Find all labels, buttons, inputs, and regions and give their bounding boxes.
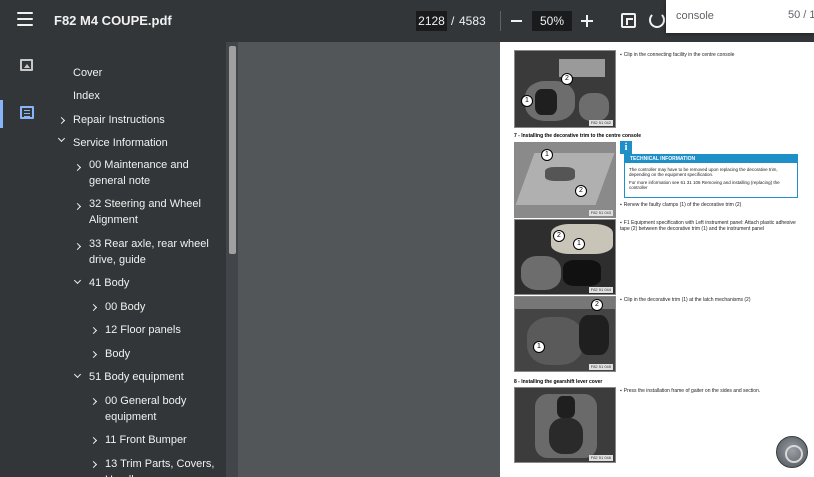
chevron-right-icon[interactable]: [73, 242, 82, 251]
outline-item-13-trim-parts[interactable]: 13 Trim Parts, Covers, Handles: [50, 456, 226, 477]
zoom-level-input[interactable]: 50%: [532, 11, 572, 31]
photo-code: F82 51 044: [588, 287, 613, 293]
outline-item-label: 13 Trim Parts, Covers, Handles: [105, 458, 215, 477]
outline-item-label: 41 Body: [89, 277, 130, 289]
zoom-out-button[interactable]: [510, 11, 524, 31]
outline-item-repair-instructions[interactable]: Repair Instructions: [50, 110, 226, 130]
hamburger-icon[interactable]: [17, 12, 33, 30]
instruction-bullet: Clip in the decorative trim (1) at the l…: [620, 297, 805, 303]
step-heading: 7 - Installing the decorative trim to th…: [514, 133, 641, 139]
info-icon: i: [620, 141, 632, 154]
chevron-right-icon[interactable]: [89, 436, 98, 445]
outline-item-service-information[interactable]: Service Information: [50, 133, 226, 153]
photo-decorative-trim: 1 2 F82 51 043: [514, 142, 616, 218]
page-separator: /: [451, 14, 455, 28]
outline-item-label: Repair Instructions: [73, 114, 165, 126]
outline-item-body[interactable]: Body: [50, 346, 226, 366]
chevron-down-icon[interactable]: [73, 370, 82, 379]
technical-information-box: TECHNICAL INFORMATION The controller may…: [624, 154, 798, 198]
outline-item-33-rear-axle[interactable]: 33 Rear axle, rear wheel drive, guide: [50, 236, 226, 272]
photo-adhesive-tape: 1 2 F82 51 044: [514, 219, 616, 295]
outline-item-label: Service Information: [73, 137, 168, 149]
pdf-page: 1 2 F82 51 042 Clip in the connecting fa…: [500, 42, 814, 477]
outline-item-label: 33 Rear axle, rear wheel drive, guide: [89, 238, 209, 266]
instruction-bullet: Renew the faulty clamps (1) of the decor…: [620, 202, 805, 208]
find-bar: 50 / 17: [666, 0, 814, 33]
chevron-right-icon[interactable]: [73, 202, 82, 211]
active-indicator: [0, 100, 3, 128]
outline-item-label: Cover: [73, 67, 103, 79]
outline-item-32-steering[interactable]: 32 Steering and Wheel Alignment: [50, 196, 226, 232]
instruction-bullet: F1 Equipment specification with Left ins…: [620, 220, 805, 232]
outline-item-00-maintenance[interactable]: 00 Maintenance and general note: [50, 157, 226, 193]
technical-information-title: TECHNICAL INFORMATION: [625, 155, 797, 163]
document-outline-icon[interactable]: [20, 106, 34, 119]
fit-page-icon[interactable]: [621, 13, 636, 28]
outline-item-label: Body: [105, 348, 131, 360]
photo-gearshift-cover: F82 51 046: [514, 387, 616, 463]
zoom-in-button[interactable]: [580, 11, 594, 31]
step-heading: 8 - Installing the gearshift lever cover: [514, 379, 603, 385]
outline-item-51-body-equipment[interactable]: 51 Body equipment: [50, 369, 226, 389]
document-title: F82 M4 COUPE.pdf: [54, 13, 172, 28]
page-number-input[interactable]: 2128: [416, 11, 447, 31]
photo-code: F82 51 042: [588, 120, 613, 126]
outline-scrollbar-thumb[interactable]: [229, 46, 236, 254]
instruction-bullet: Press the installation frame of gaiter o…: [620, 388, 805, 394]
chevron-right-icon[interactable]: [57, 116, 66, 125]
chevron-right-icon[interactable]: [89, 350, 98, 359]
sidebar-rail: [0, 42, 50, 477]
callout-label: 2: [591, 299, 603, 311]
outline-item-12-floor-panels[interactable]: 12 Floor panels: [50, 322, 226, 342]
outline-item-11-front-bumper[interactable]: 11 Front Bumper: [50, 432, 226, 452]
avatar-icon[interactable]: [776, 436, 808, 468]
outline-item-00-body[interactable]: 00 Body: [50, 299, 226, 319]
outline-item-label: 51 Body equipment: [89, 371, 184, 383]
outline-item-label: 00 Body: [105, 301, 146, 313]
outline-item-label: 00 Maintenance and general note: [89, 159, 189, 187]
total-pages: 4583: [459, 14, 486, 28]
technical-information-text: For more information see 61 31 106 Remov…: [629, 180, 780, 190]
outline-item-41-body[interactable]: 41 Body: [50, 275, 226, 295]
callout-label: 1: [533, 341, 545, 353]
outline-item-label: 11 Front Bumper: [105, 434, 187, 446]
callout-label: 2: [561, 73, 573, 85]
outline-item-label: 32 Steering and Wheel Alignment: [89, 198, 201, 226]
photo-code: F82 51 043: [588, 210, 613, 216]
rotate-icon[interactable]: [649, 12, 665, 28]
callout-label: 1: [521, 95, 533, 107]
chevron-right-icon[interactable]: [89, 303, 98, 312]
outline-item-label: Index: [73, 90, 100, 102]
photo-latch-mechanisms: 1 2 F82 51 045: [514, 296, 616, 372]
technical-information-text: The controller may have to be removed up…: [629, 167, 778, 177]
instruction-bullet: Clip in the connecting facility in the c…: [620, 52, 805, 58]
callout-label: 1: [573, 238, 585, 250]
chevron-right-icon[interactable]: [89, 460, 98, 469]
callout-label: 2: [575, 185, 587, 197]
toolbar-divider: [500, 11, 501, 31]
outline-item-label: 00 General body equipment: [105, 395, 187, 423]
photo-code: F82 51 045: [588, 364, 613, 370]
chevron-right-icon[interactable]: [73, 163, 82, 172]
document-outline: Cover Index Repair Instructions Service …: [50, 42, 226, 477]
outline-item-label: 12 Floor panels: [105, 324, 181, 336]
chevron-right-icon[interactable]: [89, 397, 98, 406]
chevron-down-icon[interactable]: [73, 276, 82, 285]
photo-code: F82 51 046: [588, 455, 613, 461]
photo-connecting-facility: 1 2 F82 51 042: [514, 50, 616, 128]
find-match-count: 50 / 17: [788, 9, 814, 21]
find-input[interactable]: [676, 8, 776, 24]
callout-label: 2: [553, 230, 565, 242]
thumbnails-icon[interactable]: [20, 59, 33, 71]
callout-label: 1: [541, 149, 553, 161]
outline-item-cover[interactable]: Cover: [50, 63, 226, 83]
outline-item-index[interactable]: Index: [50, 86, 226, 106]
chevron-right-icon[interactable]: [89, 326, 98, 335]
outline-item-00-general-body[interactable]: 00 General body equipment: [50, 393, 226, 429]
chevron-down-icon[interactable]: [57, 134, 66, 143]
